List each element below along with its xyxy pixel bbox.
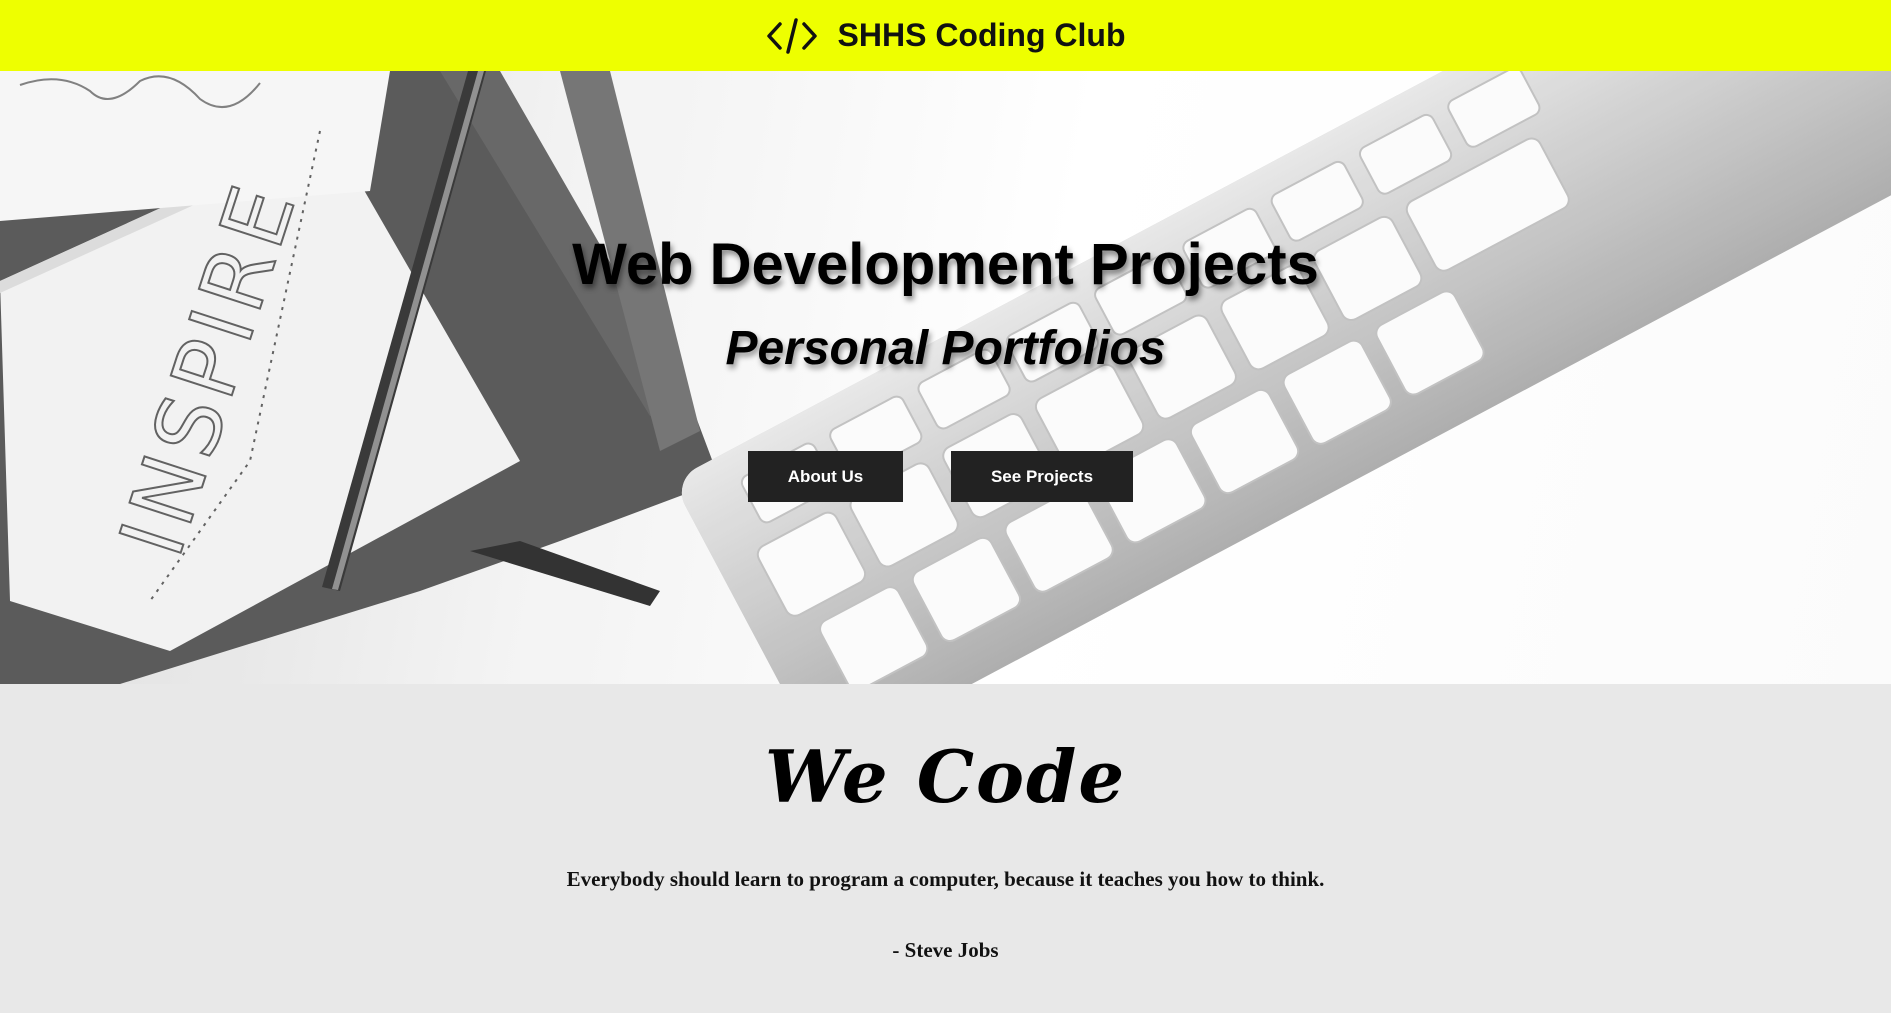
hero-section: INSPIRE [0,71,1891,684]
see-projects-button[interactable]: See Projects [951,451,1133,502]
quote-heading: We Code [764,734,1127,819]
quote-author: - Steve Jobs [892,938,999,962]
hero-content: Web Development Projects Personal Portfo… [0,71,1891,684]
quote-text: Everybody should learn to program a comp… [566,867,1325,891]
site-title: SHHS Coding Club [837,17,1126,53]
hero-subtitle: Personal Portfolios [725,322,1166,375]
top-navbar: SHHS Coding Club [0,0,1891,71]
quote-section: We Code Everybody should learn to progra… [0,684,1891,1013]
hero-title: Web Development Projects [572,232,1319,297]
brand[interactable]: SHHS Coding Club [766,16,1126,56]
about-us-button[interactable]: About Us [748,451,903,502]
code-icon [766,16,818,56]
